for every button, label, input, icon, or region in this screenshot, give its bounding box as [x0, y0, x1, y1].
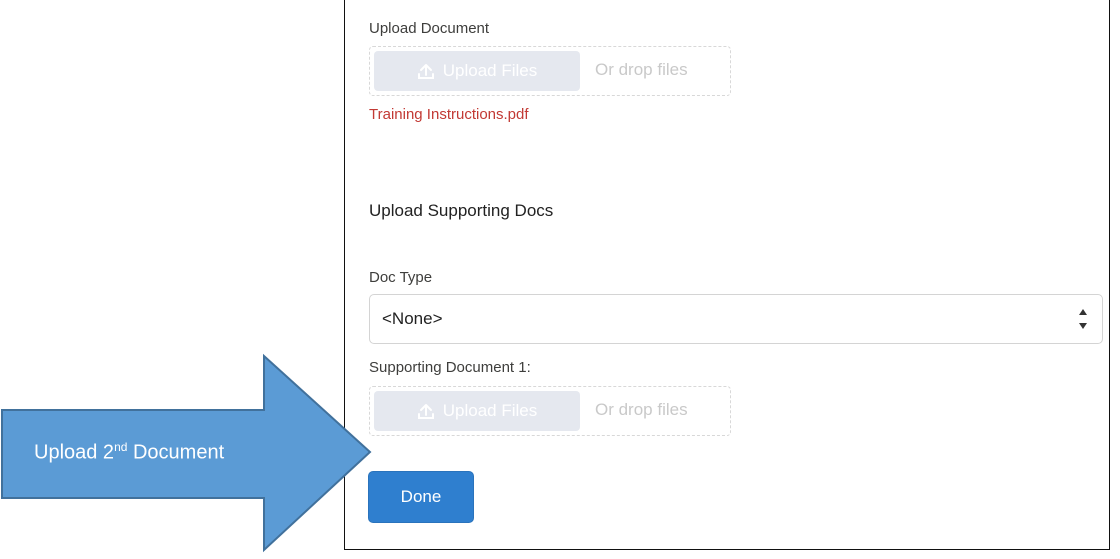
callout-text-prefix: Upload 2 [34, 441, 115, 464]
doc-type-label: Doc Type [369, 269, 433, 286]
upload-files-label: Upload Files [442, 61, 538, 80]
upload-form-panel: Upload Document Upload Files Or drop fil… [344, 0, 1110, 550]
upload-files-label: Upload Files [442, 401, 538, 420]
upload-document-dropzone[interactable]: Upload Files Or drop files [369, 46, 731, 96]
callout-text-suffix: Document [127, 441, 225, 464]
supporting-docs-heading: Upload Supporting Docs [369, 201, 554, 220]
callout-text-superscript: nd [114, 440, 128, 454]
supporting-document-dropzone[interactable]: Upload Files Or drop files [369, 386, 731, 436]
drop-files-text: Or drop files [595, 60, 688, 79]
upload-document-label: Upload Document [369, 20, 490, 37]
doc-type-select[interactable]: <None> [369, 294, 1103, 344]
upload-files-button-2[interactable]: Upload Files [374, 391, 580, 431]
callout-arrow: Upload 2nd Document [0, 352, 400, 554]
uploaded-file-link[interactable]: Training Instructions.pdf [369, 106, 529, 123]
upload-icon [417, 64, 434, 79]
callout-text: Upload 2nd Document [34, 440, 224, 465]
doc-type-selected-value: <None> [382, 309, 443, 328]
up-down-arrows-icon [1079, 309, 1087, 329]
drop-files-text: Or drop files [595, 400, 688, 419]
upload-icon [417, 404, 434, 419]
upload-files-button[interactable]: Upload Files [374, 51, 580, 91]
